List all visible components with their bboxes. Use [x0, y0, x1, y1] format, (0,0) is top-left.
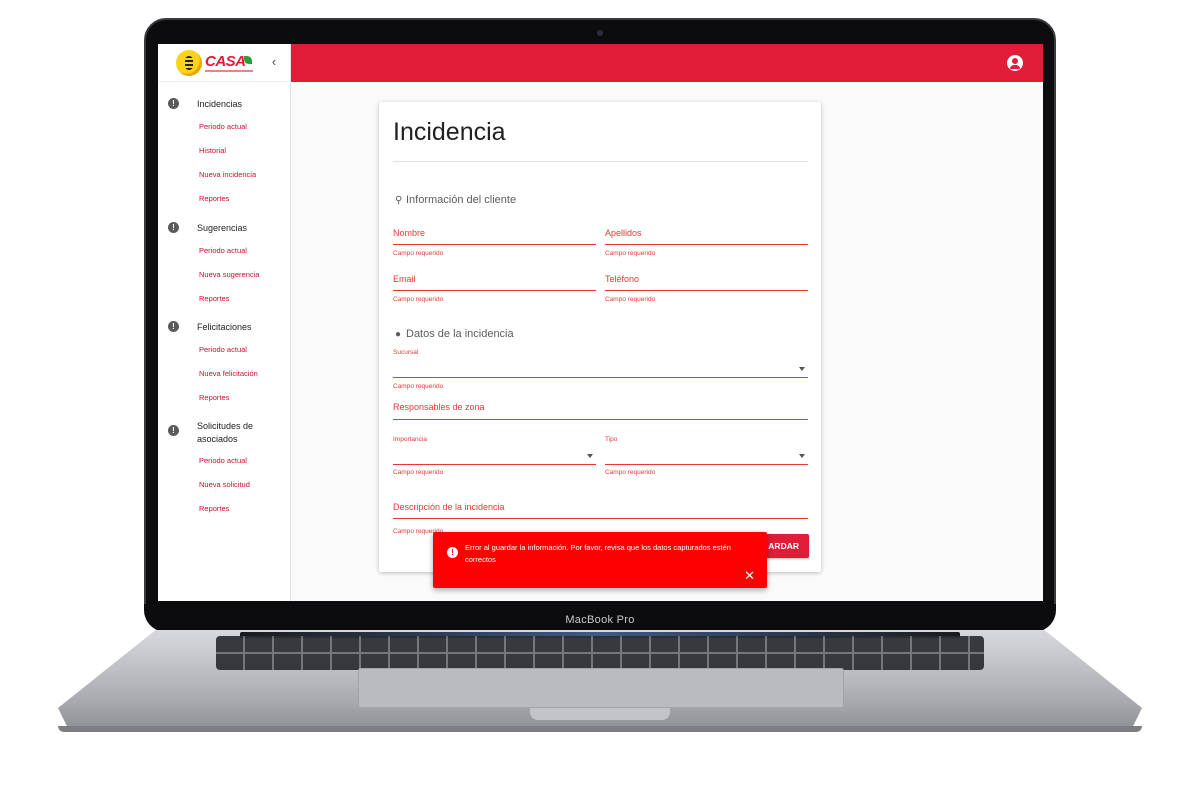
location-pin-icon: ⚲ [395, 195, 403, 206]
apellidos-error: Campo requerido [605, 250, 656, 257]
sidebar-item-reportes[interactable]: Reportes [199, 294, 229, 303]
keyboard [216, 636, 984, 670]
apellidos-field[interactable]: Apellidos [605, 228, 808, 245]
telefono-field[interactable]: Teléfono [605, 274, 808, 291]
dropdown-arrow-icon [799, 367, 805, 371]
sidebar-item-nueva-sugerencia[interactable]: Nueva sugerencia [199, 270, 259, 279]
logo-row: CASA ‹ [158, 44, 291, 82]
nombre-error: Campo requerido [393, 250, 444, 257]
section-incident-header: ● Datos de la incidencia [395, 328, 514, 340]
importancia-label: Importancia [393, 436, 427, 443]
sidebar-item-periodo-actual[interactable]: Periodo actual [199, 246, 247, 255]
lid-notch [530, 708, 670, 720]
brand-logo-text: CASA [205, 53, 246, 70]
sidebar-item-nueva-felicitacion[interactable]: Nueva felicitación [199, 369, 258, 378]
nav-head-incidencias[interactable]: ! Incidencias [158, 94, 291, 118]
tipo-select[interactable]: Tipo [605, 436, 808, 465]
responsables-field[interactable]: Responsables de zona [393, 402, 808, 420]
nombre-field[interactable]: Nombre [393, 228, 596, 245]
laptop-foot [58, 726, 1142, 732]
trackpad [358, 668, 844, 708]
section-incident-label: Datos de la incidencia [406, 328, 514, 340]
descripcion-label: Descripción de la incidencia [393, 502, 505, 512]
alert-icon: ! [168, 222, 179, 233]
camera-icon [597, 30, 603, 36]
sidebar-item-reportes[interactable]: Reportes [199, 504, 229, 513]
title-divider [393, 161, 808, 162]
sidebar-item-nueva-incidencia[interactable]: Nueva incidencia [199, 170, 256, 179]
email-field[interactable]: Email [393, 274, 596, 291]
descripcion-field[interactable]: Descripción de la incidencia [393, 502, 808, 519]
email-error: Campo requerido [393, 296, 444, 303]
nav-label: Sugerencias [197, 223, 248, 233]
app-screen: CASA ‹ ! Incidencias Periodo actual Hist… [158, 44, 1043, 601]
nav-label: Felicitaciones [197, 322, 252, 332]
sidebar-item-periodo-actual[interactable]: Periodo actual [199, 456, 247, 465]
alert-icon: ! [168, 98, 179, 109]
responsables-label: Responsables de zona [393, 402, 485, 412]
sucursal-error: Campo requerido [393, 383, 444, 390]
laptop-frame: MacBook Pro CASA ‹ ! Incidencias Periodo… [0, 0, 1200, 795]
telefono-error: Campo requerido [605, 296, 656, 303]
leaf-icon [244, 56, 252, 64]
importancia-select[interactable]: Importancia [393, 436, 596, 465]
nav-head-sugerencias[interactable]: ! Sugerencias [158, 218, 291, 242]
sidebar-item-historial[interactable]: Historial [199, 146, 226, 155]
sidebar-item-periodo-actual[interactable]: Periodo actual [199, 122, 247, 131]
sidebar-item-nueva-solicitud[interactable]: Nueva solicitud [199, 480, 250, 489]
page-title: Incidencia [393, 118, 506, 146]
nav-head-solicitudes[interactable]: ! Solicitudes de asociados [158, 416, 291, 446]
apellidos-label: Apellidos [605, 228, 642, 238]
nav-label: Incidencias [197, 99, 243, 109]
snackbar-message: Error al guardar la información. Por fav… [465, 543, 731, 564]
chevron-left-icon[interactable]: ‹ [267, 55, 281, 69]
alert-icon: ! [168, 321, 179, 332]
dropdown-arrow-icon [799, 454, 805, 458]
error-icon: ! [447, 547, 458, 558]
account-circle-icon: ● [395, 329, 402, 340]
nombre-label: Nombre [393, 228, 426, 238]
telefono-label: Teléfono [605, 274, 640, 284]
email-label: Email [393, 274, 416, 284]
section-client-label: Información del cliente [406, 194, 517, 206]
sucursal-select[interactable]: Sucursal [393, 349, 808, 378]
sidebar: CASA ‹ ! Incidencias Periodo actual Hist… [158, 44, 291, 601]
dropdown-arrow-icon [587, 454, 593, 458]
device-label: MacBook Pro [565, 614, 635, 626]
close-icon[interactable]: ✕ [744, 569, 755, 582]
account-icon[interactable] [1007, 55, 1023, 71]
top-app-bar [291, 44, 1043, 82]
nav-label: Solicitudes de asociados [197, 421, 254, 444]
importancia-error: Campo requerido [393, 469, 444, 476]
logo-tagline [205, 70, 253, 72]
alert-icon: ! [168, 425, 179, 436]
section-client-header: ⚲ Información del cliente [395, 194, 516, 206]
tipo-label: Tipo [605, 436, 618, 443]
sucursal-label: Sucursal [393, 349, 419, 356]
sidebar-item-periodo-actual[interactable]: Periodo actual [199, 345, 247, 354]
error-snackbar: ! Error al guardar la información. Por f… [433, 532, 767, 588]
brand-logo-icon [176, 50, 202, 76]
tipo-error: Campo requerido [605, 469, 656, 476]
sidebar-item-reportes[interactable]: Reportes [199, 393, 229, 402]
nav-head-felicitaciones[interactable]: ! Felicitaciones [158, 317, 291, 341]
sidebar-item-reportes[interactable]: Reportes [199, 194, 229, 203]
incidencia-form-card: Incidencia ⚲ Información del cliente Nomb… [379, 102, 821, 572]
